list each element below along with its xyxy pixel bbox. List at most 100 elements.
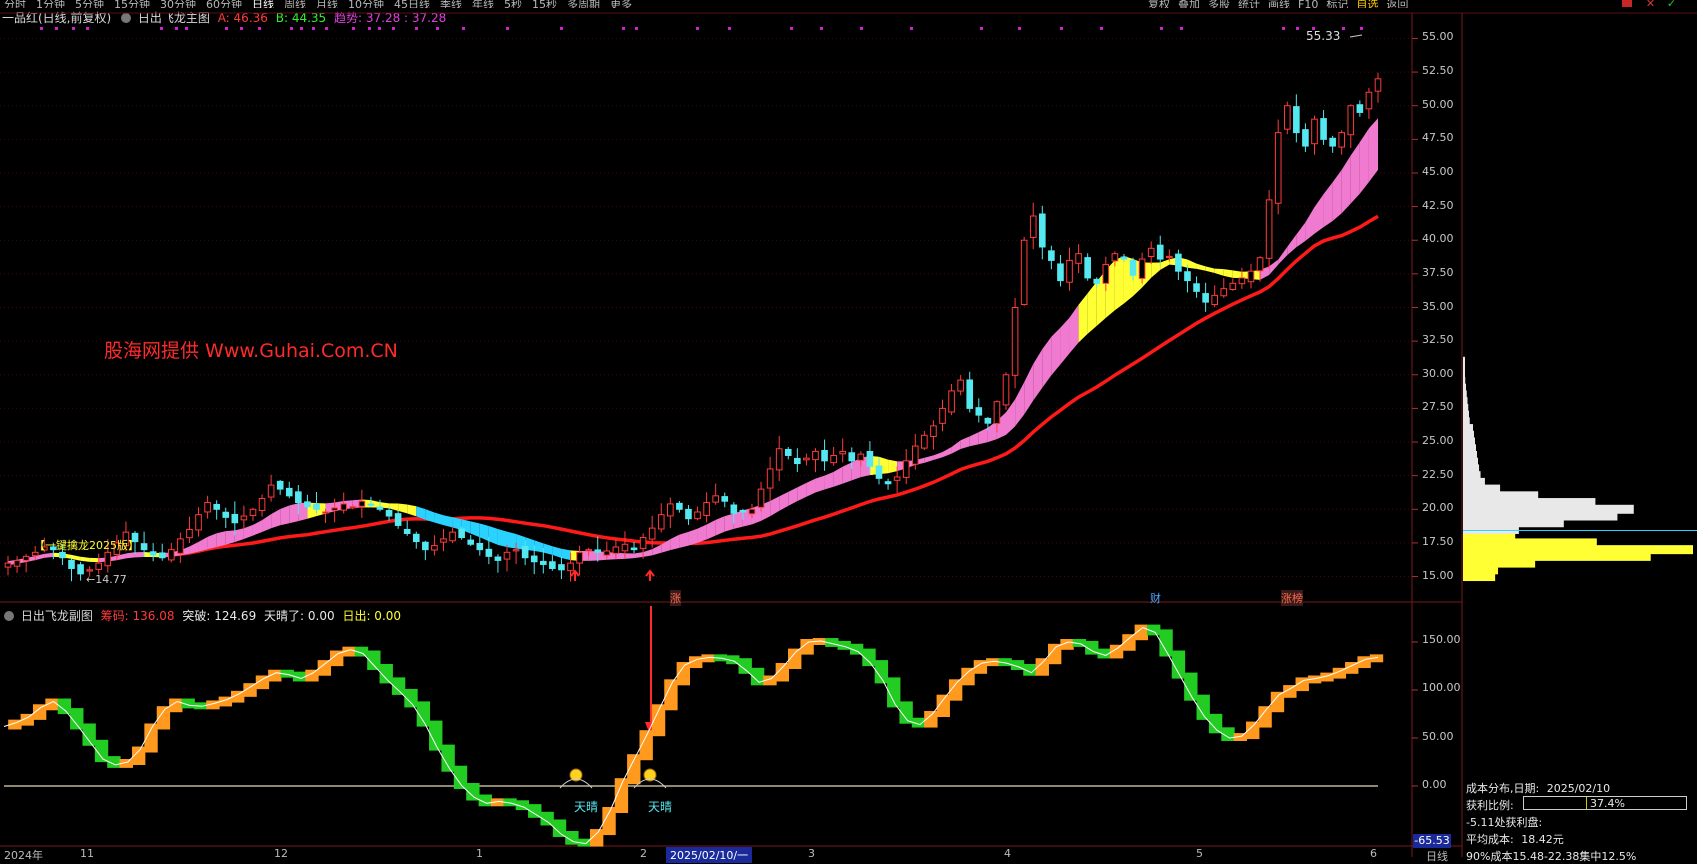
candle-body xyxy=(422,541,429,551)
main-y-tick: 35.00 xyxy=(1422,299,1454,313)
trend-band-segment xyxy=(1033,349,1043,401)
chip-value: 筹码: 136.08 xyxy=(100,609,175,623)
candle-body xyxy=(1320,118,1327,140)
main-y-tick: 37.50 xyxy=(1422,265,1454,279)
minimize-icon[interactable] xyxy=(1622,0,1632,7)
candle-body xyxy=(313,503,320,510)
candle-body xyxy=(648,527,656,540)
signal-dot xyxy=(462,27,465,30)
signal-dot xyxy=(368,27,371,30)
profit-ratio-label: 获利比例: xyxy=(1466,799,1514,812)
candle-body xyxy=(177,538,184,554)
profit-ratio-bar: 37.4% xyxy=(1523,796,1687,810)
candle-body xyxy=(657,514,665,530)
signal-dot xyxy=(1360,27,1363,30)
trend-band-segment xyxy=(706,519,716,540)
candle-body xyxy=(1038,213,1046,248)
trend-band-segment xyxy=(407,504,417,517)
trend-band-segment xyxy=(634,552,644,559)
main-y-tick: 47.50 xyxy=(1422,131,1454,145)
candle-body xyxy=(1129,259,1137,276)
candle-body xyxy=(1138,258,1146,279)
candle-body xyxy=(911,445,919,465)
trend-band-segment xyxy=(688,528,698,546)
trend-band-segment xyxy=(1368,118,1378,182)
candle-body xyxy=(739,509,747,513)
candle-body xyxy=(1166,255,1173,259)
candle-body xyxy=(1374,78,1382,92)
profit-at-label: -5.11处获利盘: xyxy=(1466,816,1543,829)
candle-body xyxy=(195,514,202,531)
period-label: 日线 xyxy=(1426,850,1448,863)
candle-body xyxy=(866,450,874,467)
event-marker-3[interactable]: 涨榜 xyxy=(1281,590,1303,606)
candle-body xyxy=(748,508,756,515)
sub-indicator-settings-icon[interactable] xyxy=(4,611,14,621)
event-marker-1[interactable]: 涨 xyxy=(670,590,681,606)
candle-body xyxy=(186,528,193,539)
candle-body xyxy=(676,502,683,510)
candle-body xyxy=(376,506,384,510)
signal-dot xyxy=(86,27,89,30)
candle-body xyxy=(1347,105,1355,136)
trend-band-segment xyxy=(80,556,90,562)
signal-dot xyxy=(352,27,355,30)
candle-body xyxy=(1156,244,1164,260)
candle-body xyxy=(939,407,946,424)
signal-dot xyxy=(622,27,625,30)
candle-body xyxy=(476,542,484,551)
event-marker-2[interactable]: 财 xyxy=(1150,590,1161,606)
sub-min-badge: -65.53 xyxy=(1413,834,1451,848)
signal-dot xyxy=(415,27,418,30)
signal-dot xyxy=(40,27,43,30)
candle-body xyxy=(784,448,792,456)
trend-band-segment xyxy=(1323,182,1333,228)
close-icon[interactable]: ✕ xyxy=(1646,0,1655,10)
avg-cost-value: 18.42元 xyxy=(1521,833,1564,846)
trend-band-segment xyxy=(661,539,671,553)
candle-body xyxy=(957,379,964,392)
candle-body xyxy=(467,539,475,545)
candle-body xyxy=(503,551,511,560)
candle-body xyxy=(1147,247,1155,258)
trend-band-segment xyxy=(198,536,208,552)
check-icon[interactable]: ✓ xyxy=(1667,0,1676,10)
candle-body xyxy=(485,548,493,557)
candle-body xyxy=(1093,278,1101,284)
candle-body xyxy=(1048,250,1055,261)
cost-concentration: 90%成本15.48-22.38集中12.5% xyxy=(1466,850,1637,863)
candle-body xyxy=(68,559,75,569)
candle-body xyxy=(730,504,738,514)
sunny-value: 天晴了: 0.00 xyxy=(264,609,335,623)
signal-dot xyxy=(820,27,823,30)
signal-dot xyxy=(72,27,75,30)
date-label: 11 xyxy=(80,847,94,860)
trend-band-segment xyxy=(942,446,952,458)
candle-body xyxy=(340,503,348,511)
trend-band-segment xyxy=(561,548,571,561)
candle-body xyxy=(95,562,103,570)
trend-band-segment xyxy=(1314,194,1324,234)
sub-indicator-name[interactable]: 日出飞龙副图 xyxy=(21,609,93,623)
candle-body xyxy=(204,502,211,513)
trend-band-segment xyxy=(1069,304,1079,354)
main-y-tick: 20.00 xyxy=(1422,501,1454,515)
candle-body xyxy=(331,507,338,511)
candle-body xyxy=(585,549,592,552)
candle-body xyxy=(603,550,611,556)
high-pointer xyxy=(1349,34,1363,38)
candle-body xyxy=(766,468,774,489)
signal-dot xyxy=(1018,27,1021,30)
signal-dot xyxy=(1282,27,1285,30)
candle-body xyxy=(304,501,311,508)
main-y-tick: 27.50 xyxy=(1422,400,1454,414)
price-chart[interactable] xyxy=(0,0,1697,857)
candle-body xyxy=(1020,239,1028,305)
trend-band-segment xyxy=(969,432,979,447)
trend-band-segment xyxy=(770,496,780,517)
signal-dot xyxy=(378,27,381,30)
low-price-label: ←14.77 xyxy=(86,573,127,586)
trend-band-segment xyxy=(1232,270,1242,279)
signal-dot xyxy=(1296,27,1299,30)
long-ma-line xyxy=(7,214,1379,565)
